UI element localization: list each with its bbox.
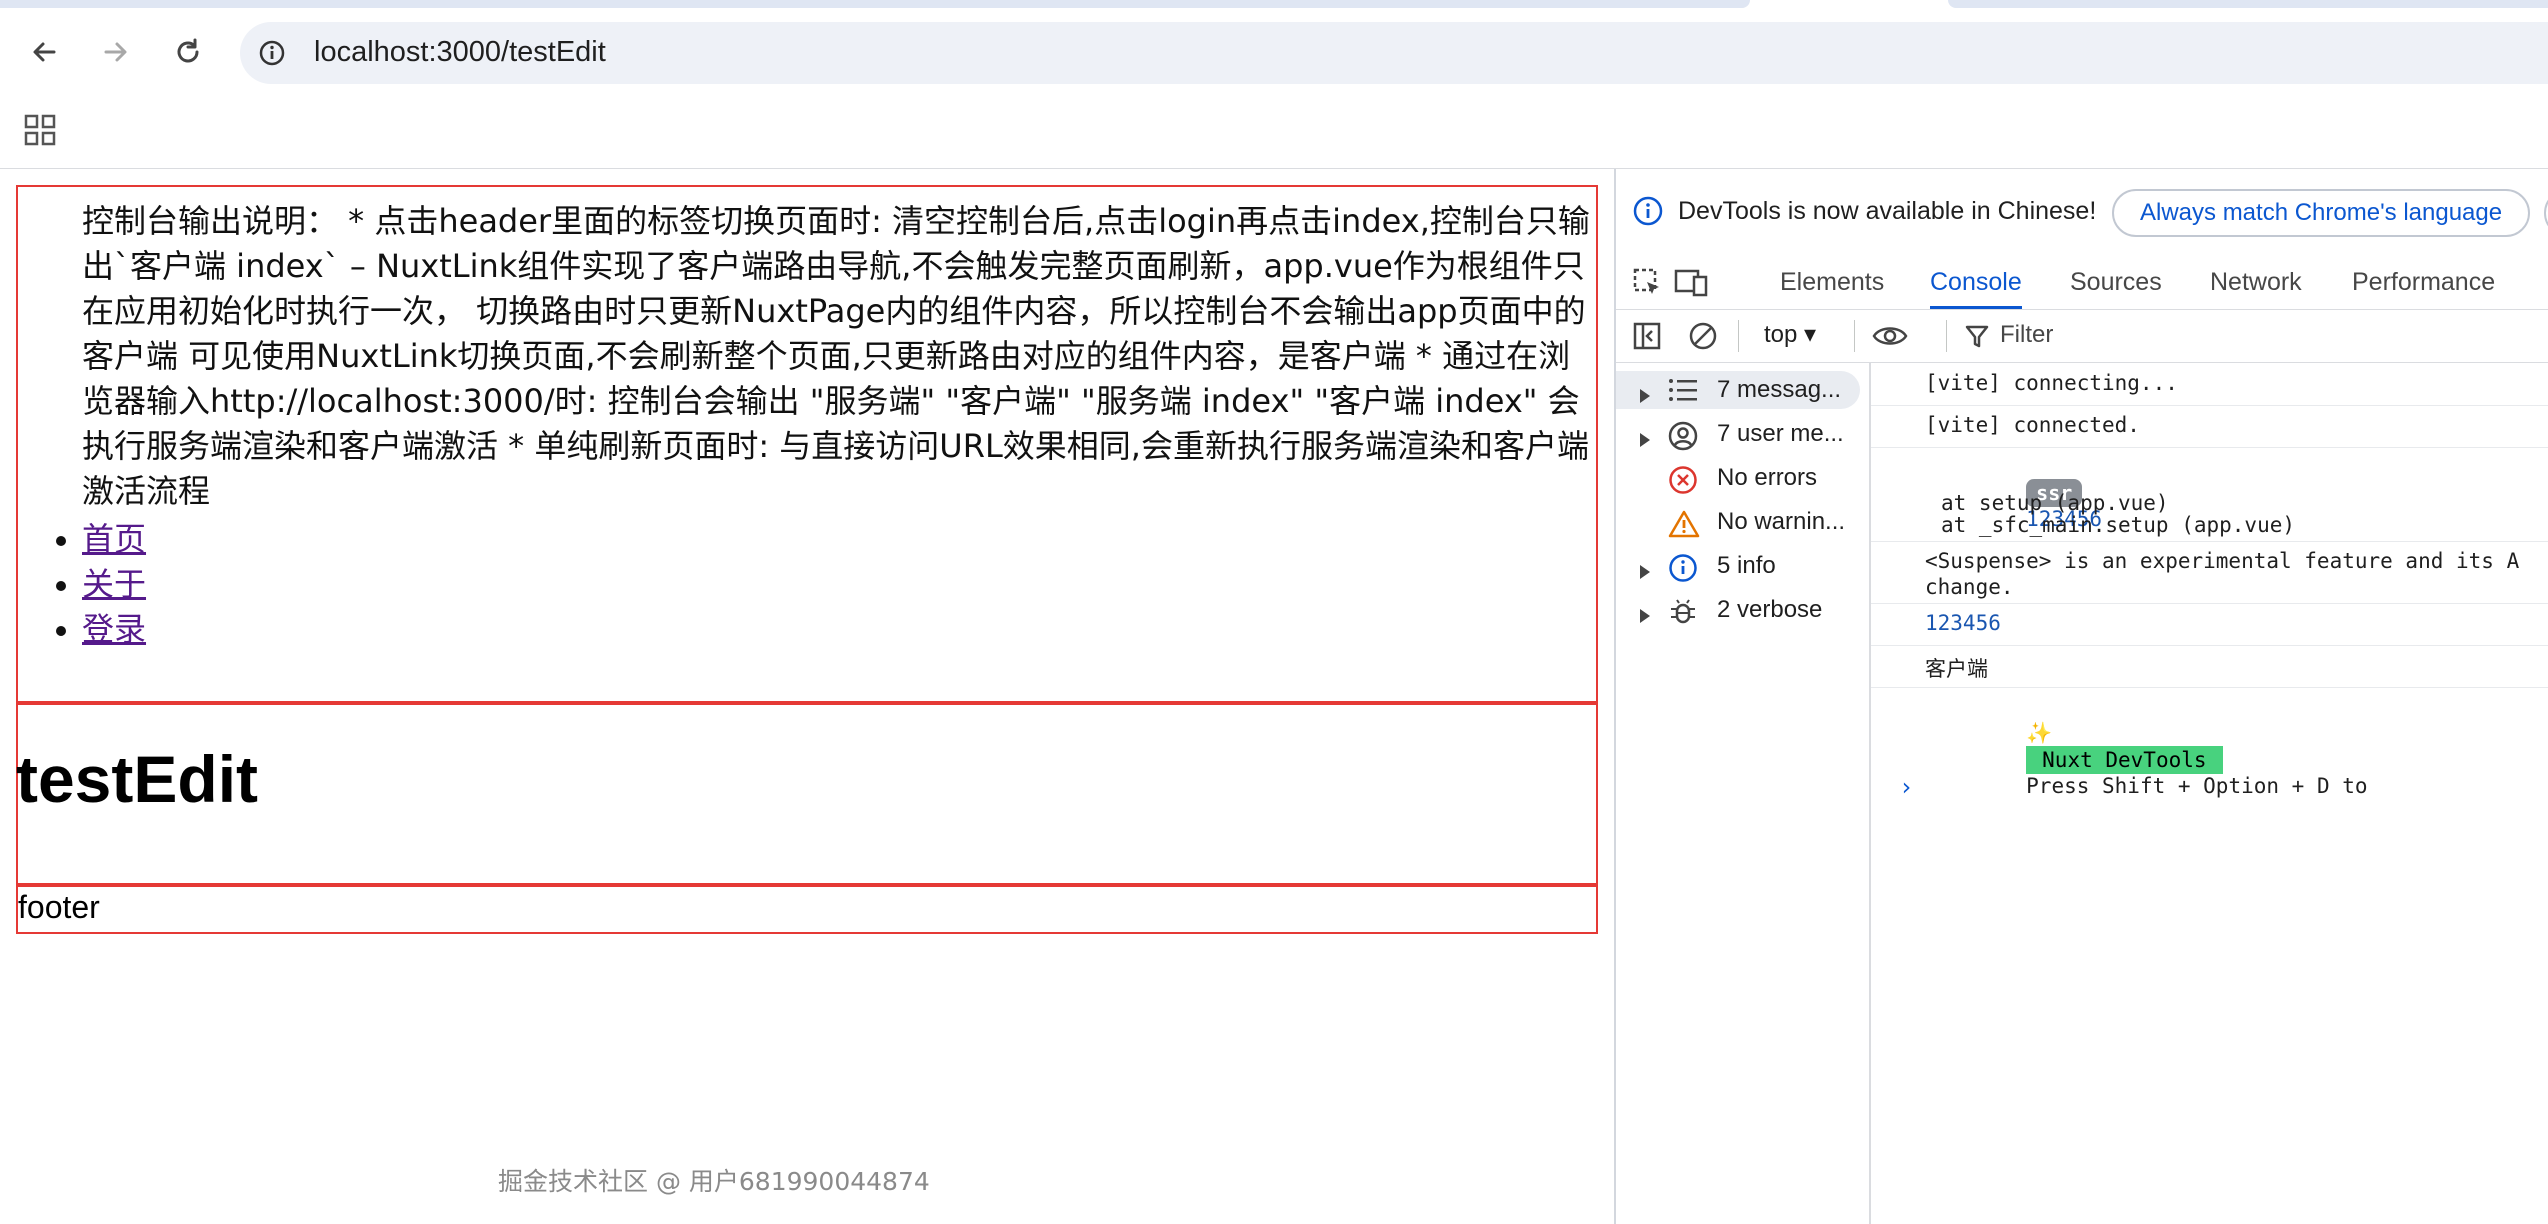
sidebar-item-label: 5 info: [1717, 552, 1776, 579]
nav-list: 首页 关于 登录: [55, 517, 146, 652]
devtools-panel: DevTools is now available in Chinese! Al…: [1614, 169, 2548, 1224]
console-toolbar: top ▾ Filter: [1616, 310, 2548, 363]
stack-trace-line[interactable]: at _sfc_main.setup (app.vue): [1941, 513, 2295, 537]
apps-grid-icon[interactable]: [22, 112, 58, 153]
console-message: [vite] connected.: [1871, 405, 2548, 448]
console-description: 控制台输出说明： * 点击header里面的标签切换页面时: 清空控制台后,点击…: [82, 202, 1590, 510]
console-prompt[interactable]: ›: [1899, 773, 1913, 801]
expand-arrow-icon[interactable]: [1638, 559, 1652, 587]
web-page: 控制台输出说明： * 点击header里面的标签切换页面时: 清空控制台后,点击…: [0, 169, 1614, 1224]
sparkle-icon: ✨: [2026, 721, 2053, 745]
list-icon: [1668, 377, 1698, 410]
banner-text: DevTools is now available in Chinese!: [1678, 197, 2097, 225]
console-sidebar: 7 messag... 7 user me... No errors No wa…: [1616, 363, 1871, 1224]
nuxt-devtools-badge: Nuxt DevTools: [2026, 746, 2223, 774]
site-info-icon[interactable]: [258, 39, 286, 72]
console-message-text: [vite] connecting...: [1925, 371, 2178, 395]
sidebar-item-verbose[interactable]: 2 verbose: [1616, 591, 1869, 629]
filter-input[interactable]: Filter: [2000, 321, 2053, 349]
nav-link-login[interactable]: 登录: [82, 610, 146, 648]
sidebar-item-label: 2 verbose: [1717, 596, 1823, 623]
tab-elements[interactable]: Elements: [1780, 255, 1884, 309]
console-message-text: 客户端: [1925, 657, 1988, 681]
tab-network[interactable]: Network: [2210, 255, 2302, 309]
nav-item-about: 关于: [55, 562, 146, 607]
console-message: [vite] connecting...: [1871, 363, 2548, 406]
sidebar-item-label: 7 messag...: [1717, 376, 1842, 403]
watermark: 掘金技术社区 @ 用户681990044874: [498, 1167, 930, 1196]
sidebar-item-errors[interactable]: No errors: [1616, 459, 1869, 497]
clear-console-icon[interactable]: [1688, 321, 1718, 356]
context-selector[interactable]: top ▾: [1764, 320, 1816, 349]
sidebar-item-label: No warnin...: [1717, 508, 1846, 535]
info-icon: [1632, 195, 1664, 232]
device-toolbar-icon[interactable]: [1674, 267, 1708, 304]
language-banner: DevTools is now available in Chinese! Al…: [1616, 169, 2548, 255]
expand-arrow-icon[interactable]: [1638, 603, 1652, 631]
console-message-text: change.: [1925, 575, 2014, 599]
console-message: ✨ Nuxt DevTools Press Shift + Option + D…: [1871, 687, 2548, 798]
console-message: ssr 123456 at setup (app.vue) at _sfc_ma…: [1871, 447, 2548, 542]
toolbar-divider: [1738, 320, 1739, 352]
console-message-text: [vite] connected.: [1925, 413, 2140, 437]
warning-icon: [1668, 509, 1700, 546]
console-output: [vite] connecting... [vite] connected. s…: [1871, 363, 2548, 1224]
user-icon: [1668, 421, 1698, 458]
match-language-button[interactable]: Always match Chrome's language: [2112, 189, 2531, 237]
sidebar-toggle-icon[interactable]: [1632, 321, 1662, 356]
active-tab[interactable]: [0, 0, 1750, 8]
nav-link-home[interactable]: 首页: [82, 520, 146, 558]
sidebar-item-messages[interactable]: 7 messag...: [1616, 371, 1869, 409]
forward-arrow-icon[interactable]: [96, 32, 136, 72]
sidebar-item-warnings[interactable]: No warnin...: [1616, 503, 1869, 541]
sidebar-item-label: No errors: [1717, 464, 1818, 491]
sidebar-item-info[interactable]: 5 info: [1616, 547, 1869, 585]
bug-icon: [1668, 597, 1698, 634]
tab-console[interactable]: Console: [1930, 255, 2022, 309]
bookmarks-bar: [0, 100, 2548, 169]
nav-item-home: 首页: [55, 517, 146, 562]
sidebar-item-user-messages[interactable]: 7 user me...: [1616, 415, 1869, 453]
inspect-element-icon[interactable]: [1632, 267, 1664, 304]
address-bar[interactable]: localhost:3000/testEdit: [240, 22, 2548, 84]
devtools-tabbar: Elements Console Sources Network Perform…: [1616, 255, 2548, 310]
dont-show-again-button[interactable]: [2544, 189, 2548, 237]
reload-icon[interactable]: [168, 32, 208, 72]
sidebar-item-label: 7 user me...: [1717, 420, 1844, 447]
toolbar-divider: [1946, 320, 1947, 352]
url-text[interactable]: localhost:3000/testEdit: [314, 36, 606, 69]
tab-sources[interactable]: Sources: [2070, 255, 2162, 309]
footer-text: footer: [18, 889, 100, 925]
expand-arrow-icon[interactable]: [1638, 427, 1652, 455]
expand-arrow-icon[interactable]: [1638, 383, 1652, 411]
console-message: 123456: [1871, 603, 2548, 646]
console-message: 客户端: [1871, 645, 2548, 688]
console-message: <Suspense> is an experimental feature an…: [1871, 541, 2548, 604]
console-value: 123456: [1925, 611, 2001, 635]
info-icon: [1668, 553, 1698, 590]
console-message-text: <Suspense> is an experimental feature an…: [1925, 549, 2520, 573]
inactive-tab[interactable]: [1948, 0, 2548, 8]
eye-icon[interactable]: [1872, 321, 1908, 356]
tab-strip: [0, 0, 2548, 8]
nav-item-login: 登录: [55, 607, 146, 652]
error-icon: [1668, 465, 1698, 502]
browser-toolbar: localhost:3000/testEdit: [0, 8, 2548, 100]
tab-performance[interactable]: Performance: [2352, 255, 2495, 309]
stack-trace-line[interactable]: at setup (app.vue): [1941, 491, 2169, 515]
back-arrow-icon[interactable]: [24, 32, 64, 72]
footer-section: [16, 885, 1598, 934]
console-message-text: Press Shift + Option + D to: [2026, 774, 2368, 798]
nav-link-about[interactable]: 关于: [82, 565, 146, 603]
page-title: testEdit: [16, 742, 259, 816]
filter-icon: [1964, 321, 1990, 356]
toolbar-divider: [1854, 320, 1855, 352]
